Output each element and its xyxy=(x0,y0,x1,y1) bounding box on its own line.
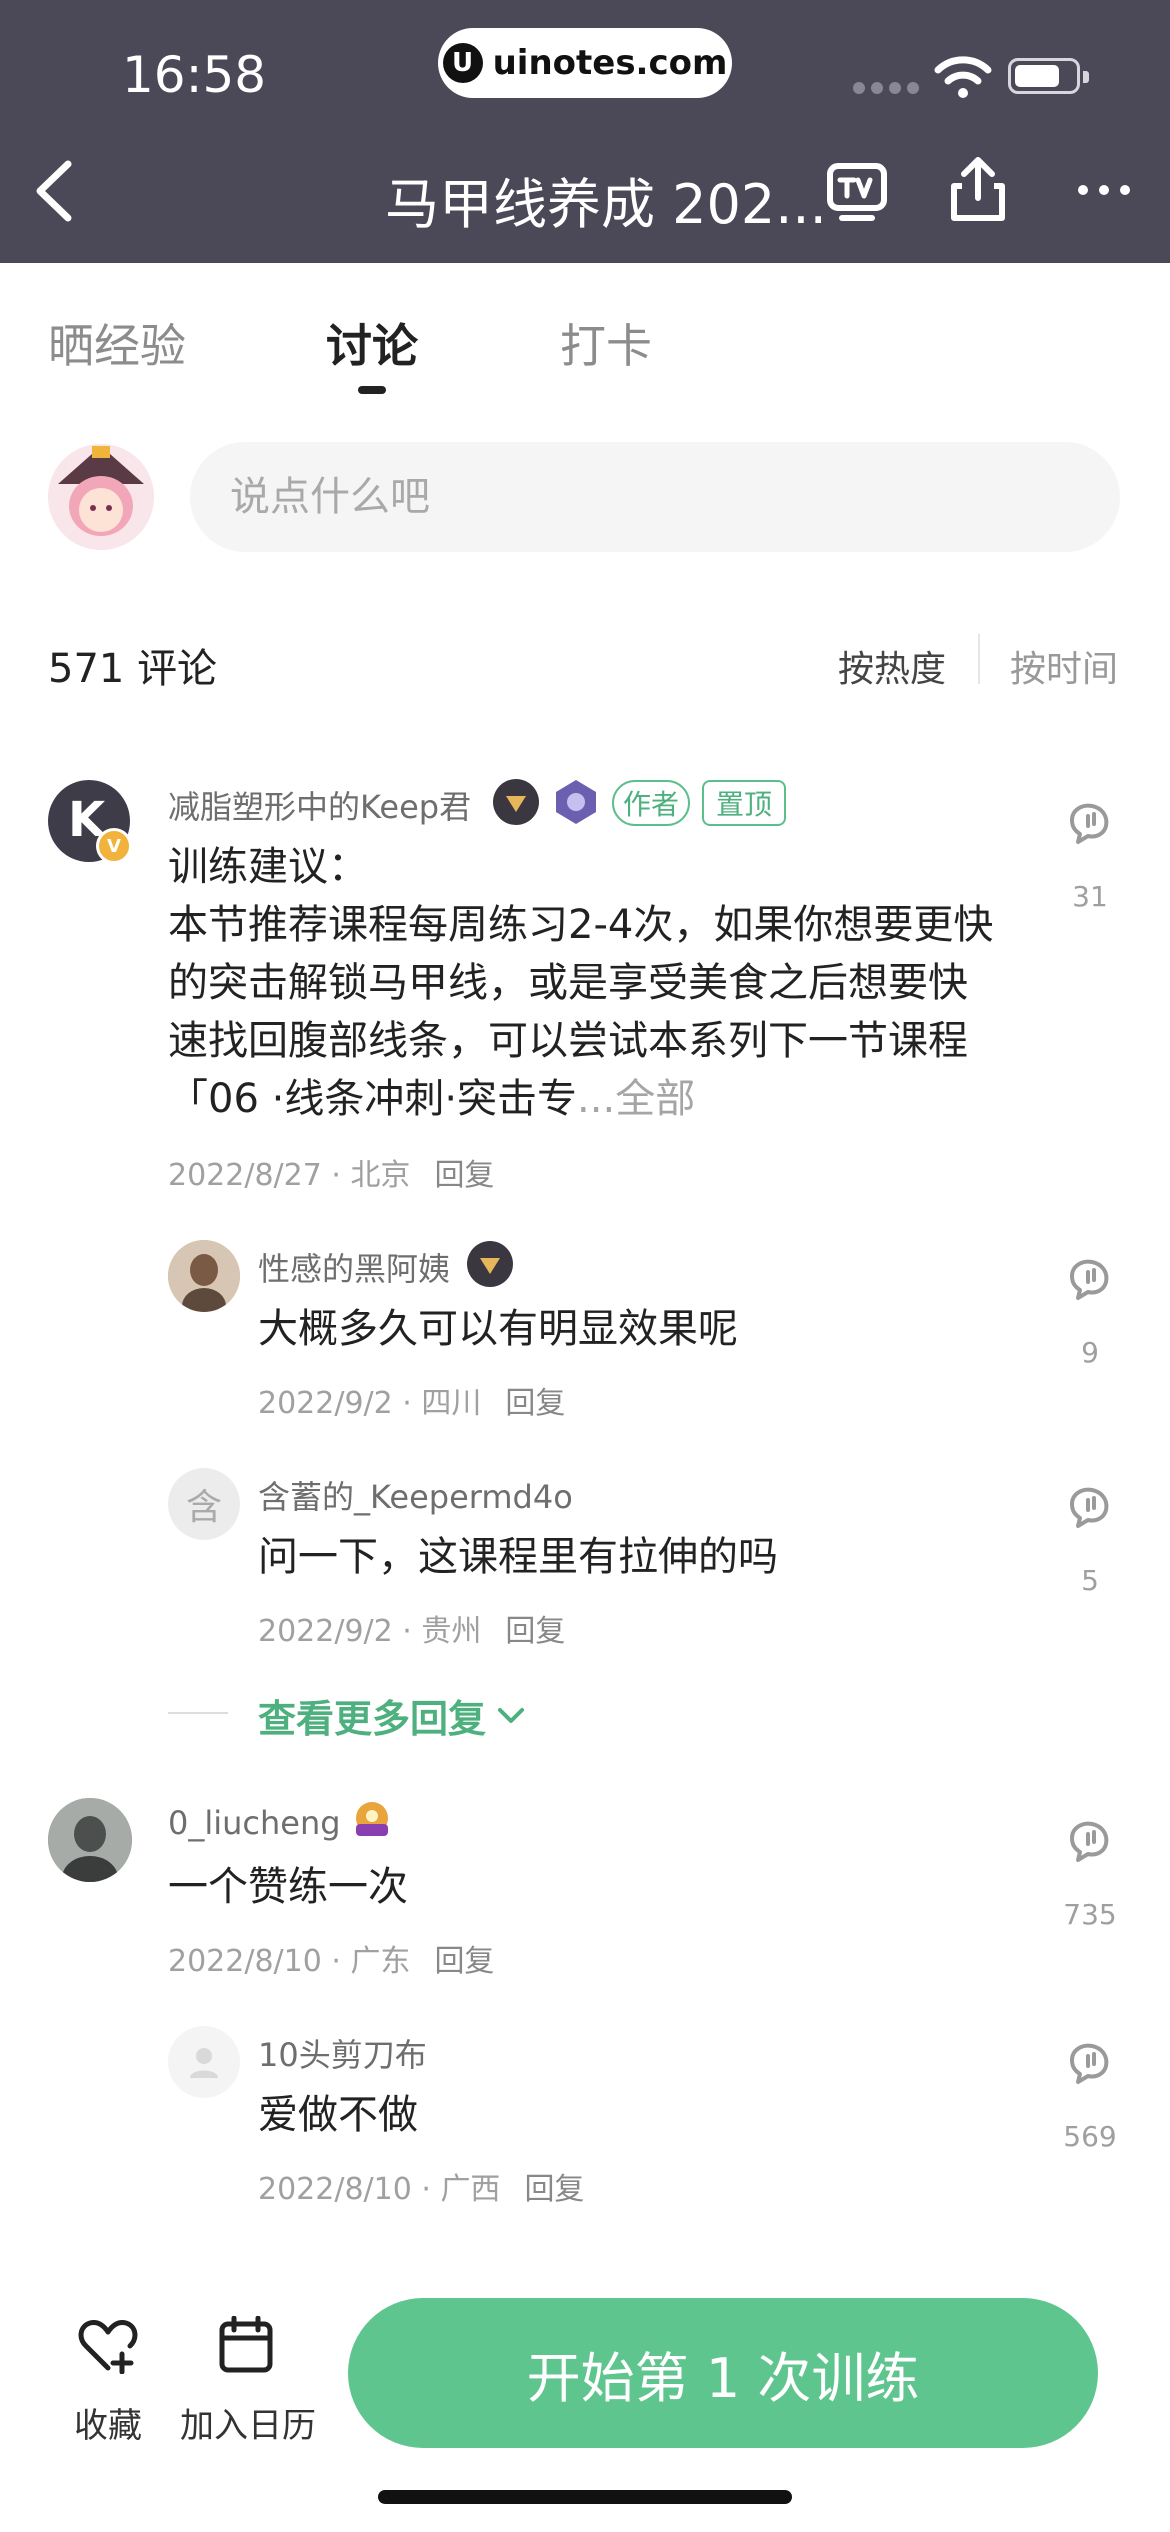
chevron-down-icon xyxy=(498,1707,525,1723)
url-pill[interactable]: U uinotes.com xyxy=(438,28,732,98)
comment-meta: 2022/8/10 · 广东 回复 xyxy=(168,1944,495,1979)
verified-badge-icon: V xyxy=(96,828,132,864)
view-more-replies-button[interactable]: 查看更多回复 xyxy=(258,1688,526,1743)
like-count: 31 xyxy=(1072,880,1108,913)
comment-author[interactable]: 减脂塑形中的Keep君 xyxy=(168,782,471,828)
comment-location: 北京 xyxy=(350,1158,411,1193)
header: 16:58 U uinotes.com 马甲线养成 202... xyxy=(0,0,1170,263)
more-replies-divider xyxy=(168,1712,228,1714)
view-more-replies-label: 查看更多回复 xyxy=(258,1697,487,1741)
cellular-signal-icon xyxy=(853,82,919,94)
author-tag: 作者 xyxy=(612,780,690,826)
like-icon[interactable] xyxy=(1064,1482,1114,1532)
comment-text: 训练建议： 本节推荐课程每周练习2-4次，如果你想要更快的突击解锁马甲线，或是享… xyxy=(168,838,998,1128)
level-badge-icon xyxy=(556,780,596,824)
like-count: 9 xyxy=(1081,1336,1099,1369)
sort-by-popularity[interactable]: 按热度 xyxy=(838,640,946,692)
comment-text: 大概多久可以有明显效果呢 xyxy=(258,1306,738,1352)
comment-author[interactable]: 含蓄的_Keepermd4o xyxy=(258,1472,573,1518)
comment-meta: 2022/9/2 · 贵州 回复 xyxy=(258,1614,566,1649)
comment-input[interactable] xyxy=(190,442,1120,552)
comment-author[interactable]: 0_liucheng xyxy=(168,1804,341,1842)
like-icon[interactable] xyxy=(1064,2038,1114,2088)
start-training-button[interactable]: 开始第 1 次训练 xyxy=(348,2298,1098,2448)
comment-location: 贵州 xyxy=(421,1614,482,1649)
expand-link[interactable]: ...全部 xyxy=(577,1076,695,1122)
reply-button[interactable]: 回复 xyxy=(505,1614,565,1649)
comment-date: 2022/8/10 xyxy=(258,2172,412,2207)
like-count: 569 xyxy=(1063,2120,1117,2153)
more-options-button[interactable] xyxy=(1075,180,1133,200)
avatar[interactable] xyxy=(168,1240,240,1312)
medal-icon xyxy=(493,779,539,825)
avatar[interactable] xyxy=(168,2026,240,2098)
sort-by-time[interactable]: 按时间 xyxy=(1010,640,1118,692)
tab-checkin[interactable]: 打卡 xyxy=(560,310,652,376)
reply-button[interactable]: 回复 xyxy=(524,2172,584,2207)
comment-date: 2022/9/2 xyxy=(258,1386,393,1421)
comment-count: 571 评论 xyxy=(48,646,218,692)
comment-location: 四川 xyxy=(421,1386,482,1421)
status-time: 16:58 xyxy=(122,46,267,104)
battery-icon xyxy=(1008,58,1089,94)
my-avatar[interactable] xyxy=(48,444,154,550)
comment-author[interactable]: 性感的黑阿姨 xyxy=(258,1244,450,1290)
back-button[interactable] xyxy=(30,158,80,224)
comment-text: 问一下，这课程里有拉伸的吗 xyxy=(258,1534,778,1580)
medal-icon xyxy=(467,1241,513,1287)
url-text: uinotes.com xyxy=(492,43,728,83)
reply-button[interactable]: 回复 xyxy=(505,1386,565,1421)
page-title: 马甲线养成 202... xyxy=(385,173,827,236)
comment-date: 2022/9/2 xyxy=(258,1614,393,1649)
calendar-icon[interactable] xyxy=(218,2316,274,2374)
comment-location: 广西 xyxy=(440,2172,501,2207)
favorite-label[interactable]: 收藏 xyxy=(74,2398,142,2447)
pinned-tag: 置顶 xyxy=(702,780,786,826)
reply-button[interactable]: 回复 xyxy=(434,1158,494,1193)
site-logo-icon: U xyxy=(442,43,483,83)
comment-date: 2022/8/27 xyxy=(168,1158,322,1193)
avatar[interactable]: 含 xyxy=(168,1468,240,1540)
tv-cast-button[interactable] xyxy=(826,162,888,222)
home-indicator xyxy=(378,2490,792,2504)
comment-meta: 2022/9/2 · 四川 回复 xyxy=(258,1386,566,1421)
like-icon[interactable] xyxy=(1064,798,1114,848)
share-button[interactable] xyxy=(948,154,1008,224)
wifi-icon xyxy=(934,56,992,98)
trophy-badge-icon xyxy=(356,1802,388,1836)
add-to-calendar-label[interactable]: 加入日历 xyxy=(180,2398,316,2447)
like-count: 5 xyxy=(1081,1564,1099,1597)
comment-meta: 2022/8/27 · 北京 回复 xyxy=(168,1158,495,1193)
reply-button[interactable]: 回复 xyxy=(434,1944,494,1979)
comment-author[interactable]: 10头剪刀布 xyxy=(258,2030,427,2076)
avatar-letter: 含 xyxy=(185,1487,222,1528)
like-icon[interactable] xyxy=(1064,1254,1114,1304)
comment-text: 一个赞练一次 xyxy=(168,1864,408,1910)
avatar[interactable]: K V xyxy=(48,780,132,864)
tab-experience[interactable]: 晒经验 xyxy=(48,310,186,376)
comment-meta: 2022/8/10 · 广西 回复 xyxy=(258,2172,585,2207)
comment-text: 爱做不做 xyxy=(258,2092,418,2138)
active-tab-indicator xyxy=(358,386,386,394)
avatar[interactable] xyxy=(48,1798,132,1882)
like-icon[interactable] xyxy=(1064,1816,1114,1866)
favorite-add-icon[interactable] xyxy=(78,2318,138,2374)
comment-date: 2022/8/10 xyxy=(168,1944,322,1979)
default-user-icon xyxy=(190,2048,218,2078)
comment-location: 广东 xyxy=(350,1944,411,1979)
sort-divider xyxy=(978,634,980,684)
like-count: 735 xyxy=(1063,1898,1117,1931)
tab-discussion[interactable]: 讨论 xyxy=(326,310,418,376)
